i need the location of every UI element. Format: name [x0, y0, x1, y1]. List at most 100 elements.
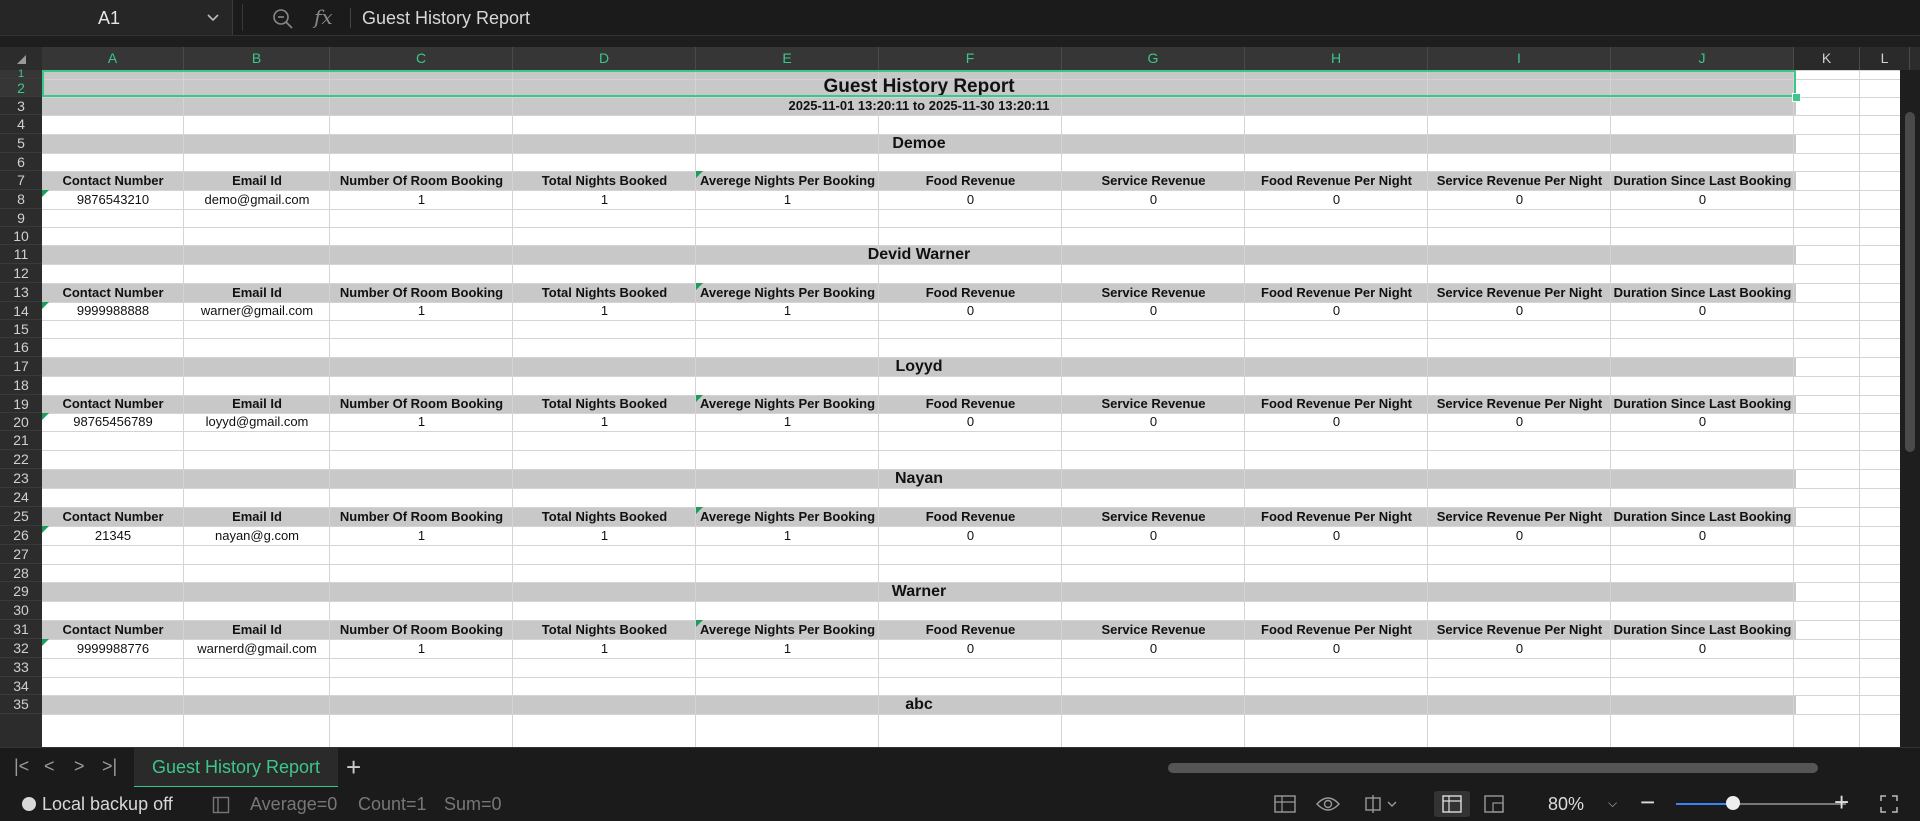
row-header-24[interactable]: 24: [0, 488, 42, 507]
row-header-32[interactable]: 32: [0, 639, 42, 658]
row-header-18[interactable]: 18: [0, 376, 42, 395]
spreadsheet-grid[interactable]: ABCDEFGHIJKL 1 2 3 4 5 6 7 8 9 10 11 12 13 14 15 16 17 18…: [0, 47, 1920, 747]
row-header-20[interactable]: 20: [0, 413, 42, 431]
table-cell[interactable]: 0: [1428, 639, 1611, 658]
table-cell[interactable]: warnerd@gmail.com: [184, 639, 330, 658]
row-header-28[interactable]: 28: [0, 564, 42, 582]
row-header-15[interactable]: 15: [0, 320, 42, 338]
table-cell[interactable]: 1: [696, 639, 879, 658]
table-cell[interactable]: 0: [1062, 413, 1245, 431]
table-cell[interactable]: 1: [513, 413, 696, 431]
table-cell[interactable]: 0: [1245, 639, 1428, 658]
table-cell[interactable]: 0: [1245, 190, 1428, 209]
table-cell[interactable]: 1: [696, 190, 879, 209]
table-cell[interactable]: 0: [1062, 302, 1245, 320]
table-cell[interactable]: 0: [879, 190, 1062, 209]
table-cell[interactable]: 0: [1611, 526, 1794, 545]
row-header-8[interactable]: 8: [0, 190, 42, 209]
zoom-dropdown-icon[interactable]: ⌵: [1608, 796, 1617, 811]
zoom-out-button[interactable]: −: [1640, 787, 1655, 818]
table-cell[interactable]: 9876543210: [42, 190, 184, 209]
table-cell[interactable]: 1: [330, 526, 513, 545]
row-header-1[interactable]: 1: [0, 69, 42, 80]
column-header-c[interactable]: C: [330, 47, 513, 70]
table-cell[interactable]: 1: [330, 302, 513, 320]
column-header-i[interactable]: I: [1428, 47, 1611, 70]
select-all-corner[interactable]: [0, 47, 42, 70]
column-header-l[interactable]: L: [1860, 47, 1910, 70]
formula-input[interactable]: Guest History Report: [362, 8, 530, 29]
zoom-slider-handle[interactable]: [1726, 796, 1740, 810]
zoom-level[interactable]: 80%: [1548, 794, 1584, 815]
table-cell[interactable]: 0: [879, 413, 1062, 431]
column-header-g[interactable]: G: [1062, 47, 1245, 70]
row-header-30[interactable]: 30: [0, 601, 42, 620]
row-header-16[interactable]: 16: [0, 338, 42, 357]
row-header-25[interactable]: 25: [0, 507, 42, 526]
table-cell[interactable]: 21345: [42, 526, 184, 545]
column-header-e[interactable]: E: [696, 47, 879, 70]
last-sheet-icon[interactable]: >|: [102, 756, 117, 777]
table-cell[interactable]: 9999988776: [42, 639, 184, 658]
zoom-slider[interactable]: [1676, 803, 1846, 805]
table-cell[interactable]: 1: [696, 302, 879, 320]
row-header-10[interactable]: 10: [0, 227, 42, 245]
fullscreen-icon[interactable]: [1880, 795, 1898, 813]
row-header-6[interactable]: 6: [0, 153, 42, 171]
row-header-3[interactable]: 3: [0, 97, 42, 115]
column-header-j[interactable]: J: [1611, 47, 1794, 70]
first-sheet-icon[interactable]: |<: [14, 756, 29, 777]
table-cell[interactable]: 0: [1611, 302, 1794, 320]
row-header-17[interactable]: 17: [0, 357, 42, 376]
prev-sheet-icon[interactable]: <: [44, 756, 55, 777]
vertical-scroll-thumb[interactable]: [1905, 112, 1915, 452]
function-fx-icon[interactable]: fx: [314, 5, 333, 29]
sidebar-toggle-icon[interactable]: [212, 796, 230, 814]
table-cell[interactable]: 98765456789: [42, 413, 184, 431]
column-header-b[interactable]: B: [184, 47, 330, 70]
page-layout-icon[interactable]: [1484, 795, 1504, 813]
table-cell[interactable]: 0: [1245, 526, 1428, 545]
table-cell[interactable]: 0: [1062, 190, 1245, 209]
row-header-31[interactable]: 31: [0, 620, 42, 639]
row-header-2[interactable]: 2: [0, 79, 42, 97]
table-cell[interactable]: 0: [1245, 302, 1428, 320]
row-header-12[interactable]: 12: [0, 264, 42, 283]
row-header-13[interactable]: 13: [0, 283, 42, 302]
table-cell[interactable]: 1: [330, 639, 513, 658]
name-box[interactable]: A1: [0, 0, 233, 35]
row-header-5[interactable]: 5: [0, 134, 42, 153]
row-header-27[interactable]: 27: [0, 545, 42, 564]
table-cell[interactable]: 0: [1611, 190, 1794, 209]
table-cell[interactable]: 0: [879, 302, 1062, 320]
table-cell[interactable]: 1: [513, 526, 696, 545]
table-cell[interactable]: demo@gmail.com: [184, 190, 330, 209]
table-cell[interactable]: 0: [879, 526, 1062, 545]
data-view-icon[interactable]: [1274, 795, 1296, 815]
table-cell[interactable]: 1: [513, 639, 696, 658]
column-header-k[interactable]: K: [1794, 47, 1860, 70]
fill-handle[interactable]: [1792, 93, 1801, 102]
table-cell[interactable]: 0: [1062, 639, 1245, 658]
row-header-22[interactable]: 22: [0, 450, 42, 469]
table-cell[interactable]: warner@gmail.com: [184, 302, 330, 320]
row-header-9[interactable]: 9: [0, 209, 42, 227]
horizontal-scroll-thumb[interactable]: [1168, 763, 1818, 773]
next-sheet-icon[interactable]: >: [74, 756, 85, 777]
row-header-23[interactable]: 23: [0, 469, 42, 488]
column-header-d[interactable]: D: [513, 47, 696, 70]
backup-status[interactable]: Local backup off: [42, 794, 173, 815]
table-cell[interactable]: 0: [1428, 302, 1611, 320]
column-header-h[interactable]: H: [1245, 47, 1428, 70]
zoom-search-icon[interactable]: [272, 8, 294, 30]
table-cell[interactable]: 0: [1611, 639, 1794, 658]
row-header-11[interactable]: 11: [0, 245, 42, 264]
table-cell[interactable]: 0: [1428, 526, 1611, 545]
column-header-a[interactable]: A: [42, 47, 184, 70]
table-cell[interactable]: 1: [330, 413, 513, 431]
table-cell[interactable]: 0: [1428, 413, 1611, 431]
zoom-in-button[interactable]: +: [1834, 787, 1849, 818]
table-cell[interactable]: 1: [696, 413, 879, 431]
row-header-34[interactable]: 34: [0, 677, 42, 695]
table-cell[interactable]: 1: [696, 526, 879, 545]
